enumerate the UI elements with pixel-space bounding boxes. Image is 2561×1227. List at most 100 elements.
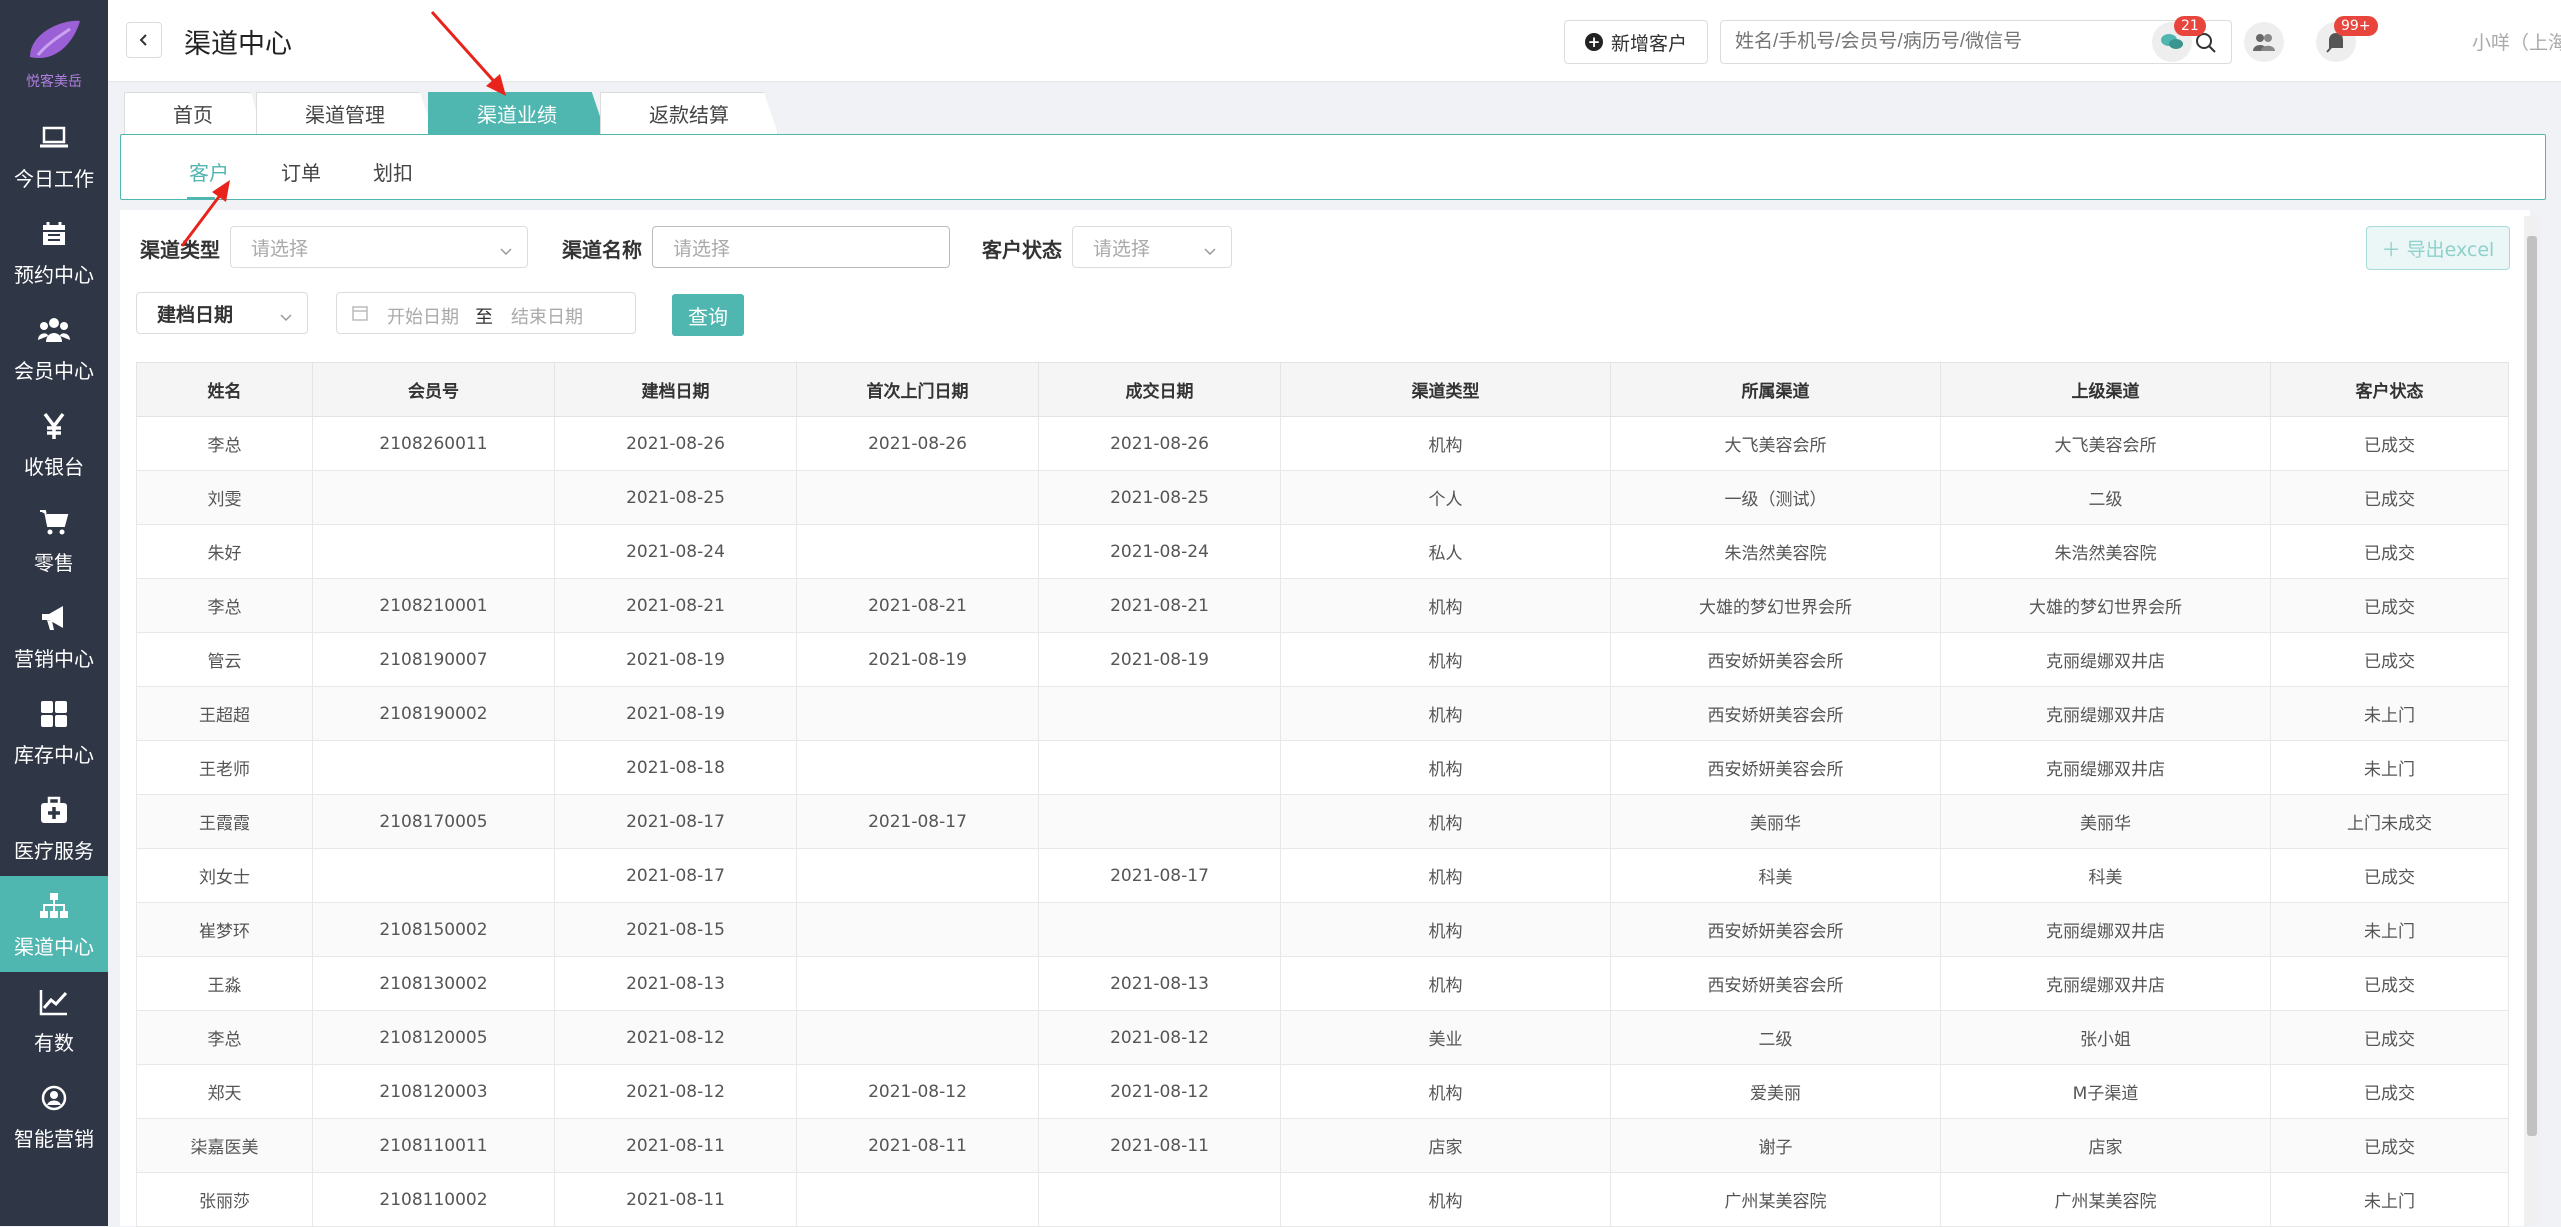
table-row[interactable]: 王霞霞 2108170005 2021-08-17 2021-08-17 机构 美丽华 美丽… bbox=[136, 794, 2509, 849]
app-logo[interactable]: 悦客美岳 bbox=[0, 0, 108, 108]
table-cell: 2108150002 bbox=[312, 902, 555, 957]
sidebar-item-3[interactable]: 收银台 bbox=[0, 396, 108, 492]
table-row[interactable]: 刘雯 2021-08-25 2021-08-25 个人 一级（测试） 二级 已成交 bbox=[136, 470, 2509, 525]
table-row[interactable]: 刘女士 2021-08-17 2021-08-17 机构 科美 科美 已成交 bbox=[136, 848, 2509, 903]
sidebar-item-10[interactable]: 智能营销 bbox=[0, 1068, 108, 1164]
table-cell: 美业 bbox=[1280, 1010, 1611, 1065]
table-row[interactable]: 李总 2108210001 2021-08-21 2021-08-21 2021-08-… bbox=[136, 578, 2509, 633]
date-type-select[interactable]: 建档日期 bbox=[136, 292, 308, 334]
table-row[interactable]: 郑天 2108120003 2021-08-12 2021-08-12 2021-08-… bbox=[136, 1064, 2509, 1119]
sub-tabs: 客户 订单 划扣 bbox=[120, 134, 2546, 200]
table-cell: 柒嘉医美 bbox=[136, 1118, 313, 1173]
table-cell: 已成交 bbox=[2270, 470, 2509, 525]
sidebar-item-8[interactable]: 渠道中心 bbox=[0, 876, 108, 972]
column-header: 客户状态 bbox=[2270, 362, 2509, 417]
table-cell: 2021-08-15 bbox=[554, 902, 797, 957]
table-row[interactable]: 柒嘉医美 2108110011 2021-08-11 2021-08-11 2021-0… bbox=[136, 1118, 2509, 1173]
sidebar-item-label: 今日工作 bbox=[14, 166, 94, 191]
megaphone-icon bbox=[37, 601, 71, 635]
vertical-scrollbar[interactable] bbox=[2524, 216, 2540, 1226]
start-date-placeholder[interactable]: 开始日期 bbox=[387, 303, 459, 329]
sidebar-item-label: 会员中心 bbox=[14, 358, 94, 383]
laptop-icon bbox=[37, 121, 71, 155]
sidebar-item-label: 零售 bbox=[34, 550, 74, 575]
table-cell: 科美 bbox=[1610, 848, 1941, 903]
add-customer-label: 新增客户 bbox=[1610, 32, 1687, 55]
table-cell bbox=[312, 470, 555, 525]
end-date-placeholder[interactable]: 结束日期 bbox=[511, 303, 583, 329]
channel-type-select[interactable]: 请选择 bbox=[230, 226, 528, 268]
sidebar-item-4[interactable]: 零售 bbox=[0, 492, 108, 588]
subtab-orders[interactable]: 订单 bbox=[281, 157, 321, 186]
tab-channel-management[interactable]: 渠道管理 bbox=[256, 92, 434, 134]
table-cell: 李总 bbox=[136, 578, 313, 633]
table-row[interactable]: 王老师 2021-08-18 机构 西安娇妍美容会所 克丽缇娜双井店 未上门 bbox=[136, 740, 2509, 795]
table-cell: 西安娇妍美容会所 bbox=[1610, 686, 1941, 741]
table-row[interactable]: 朱好 2021-08-24 2021-08-24 私人 朱浩然美容院 朱浩然美容院 已成交 bbox=[136, 524, 2509, 579]
yen-icon bbox=[37, 409, 71, 443]
sidebar-item-7[interactable]: 医疗服务 bbox=[0, 780, 108, 876]
customer-status-select[interactable]: 请选择 bbox=[1072, 226, 1232, 268]
table-cell: 2021-08-17 bbox=[554, 848, 797, 903]
subtab-deductions[interactable]: 划扣 bbox=[373, 157, 413, 186]
table-row[interactable]: 管云 2108190007 2021-08-19 2021-08-19 2021-08-… bbox=[136, 632, 2509, 687]
sidebar-item-2[interactable]: 会员中心 bbox=[0, 300, 108, 396]
export-label: 导出excel bbox=[2406, 238, 2495, 261]
table-cell: 王霞霞 bbox=[136, 794, 313, 849]
table-cell: 2021-08-13 bbox=[554, 956, 797, 1011]
table-cell: 朱好 bbox=[136, 524, 313, 579]
table-cell: 机构 bbox=[1280, 1172, 1611, 1227]
table-cell: 机构 bbox=[1280, 794, 1611, 849]
table-cell: 机构 bbox=[1280, 956, 1611, 1011]
channel-type-placeholder: 请选择 bbox=[251, 237, 309, 260]
table-cell: 李总 bbox=[136, 1010, 313, 1065]
table-cell: 2021-08-25 bbox=[554, 470, 797, 525]
table-row[interactable]: 王淼 2108130002 2021-08-13 2021-08-13 机构 西安娇妍美容… bbox=[136, 956, 2509, 1011]
table-cell: 刘女士 bbox=[136, 848, 313, 903]
scrollbar-thumb[interactable] bbox=[2527, 236, 2537, 1136]
chat-button[interactable]: 21 bbox=[2152, 16, 2206, 62]
table-cell: 未上门 bbox=[2270, 686, 2509, 741]
sidebar-item-0[interactable]: 今日工作 bbox=[0, 108, 108, 204]
table-cell: 2108130002 bbox=[312, 956, 555, 1011]
table-row[interactable]: 李总 2108260011 2021-08-26 2021-08-26 2021-08-… bbox=[136, 416, 2509, 471]
table-cell bbox=[312, 740, 555, 795]
tab-rebate-settlement[interactable]: 返款结算 bbox=[600, 92, 778, 134]
table-row[interactable]: 李总 2108120005 2021-08-12 2021-08-12 美业 二级 张小姐已… bbox=[136, 1010, 2509, 1065]
sidebar-item-6[interactable]: 库存中心 bbox=[0, 684, 108, 780]
user-name[interactable]: 小咩（上海张江门诊） bbox=[2472, 28, 2561, 55]
back-button[interactable] bbox=[126, 22, 162, 58]
table-cell: 2021-08-24 bbox=[554, 524, 797, 579]
table-row[interactable]: 崔梦环 2108150002 2021-08-15 机构 西安娇妍美容会所 克丽缇娜双井店… bbox=[136, 902, 2509, 957]
table-cell: 机构 bbox=[1280, 416, 1611, 471]
table-cell: 2021-08-21 bbox=[796, 578, 1039, 633]
table-cell: 店家 bbox=[1940, 1118, 2271, 1173]
export-excel-button[interactable]: ＋ 导出excel bbox=[2366, 226, 2510, 270]
table-cell: 已成交 bbox=[2270, 1118, 2509, 1173]
query-button[interactable]: 查询 bbox=[672, 294, 744, 336]
add-customer-button[interactable]: + 新增客户 bbox=[1564, 20, 1708, 64]
table-row[interactable]: 王超超 2108190002 2021-08-19 机构 西安娇妍美容会所 克丽缇娜双井店… bbox=[136, 686, 2509, 741]
table-cell: 未上门 bbox=[2270, 902, 2509, 957]
table-cell: 李总 bbox=[136, 416, 313, 471]
notification-button[interactable]: 99+ bbox=[2316, 16, 2378, 62]
table-cell: 2108190002 bbox=[312, 686, 555, 741]
table-cell: 广州某美容院 bbox=[1610, 1172, 1941, 1227]
table-cell: 2108210001 bbox=[312, 578, 555, 633]
table-cell: 美丽华 bbox=[1940, 794, 2271, 849]
tab-home[interactable]: 首页 bbox=[124, 92, 262, 134]
table-cell: 2021-08-11 bbox=[554, 1118, 797, 1173]
chevron-down-icon bbox=[1203, 241, 1217, 263]
sidebar-item-1[interactable]: 预约中心 bbox=[0, 204, 108, 300]
table-row[interactable]: 张丽莎 2108110002 2021-08-11 机构 广州某美容院 广州某美容院 未上门 bbox=[136, 1172, 2509, 1227]
channel-name-input[interactable]: 请选择 bbox=[652, 226, 950, 268]
sidebar-item-9[interactable]: 有数 bbox=[0, 972, 108, 1068]
search-icon[interactable] bbox=[2195, 32, 2217, 58]
table-cell: 个人 bbox=[1280, 470, 1611, 525]
table-cell: 2108190007 bbox=[312, 632, 555, 687]
calendar-icon bbox=[37, 217, 71, 251]
search-input[interactable] bbox=[1735, 21, 2175, 63]
sidebar-item-5[interactable]: 营销中心 bbox=[0, 588, 108, 684]
team-button[interactable] bbox=[2244, 22, 2284, 62]
date-range-picker[interactable]: 开始日期 至 结束日期 bbox=[336, 292, 636, 334]
